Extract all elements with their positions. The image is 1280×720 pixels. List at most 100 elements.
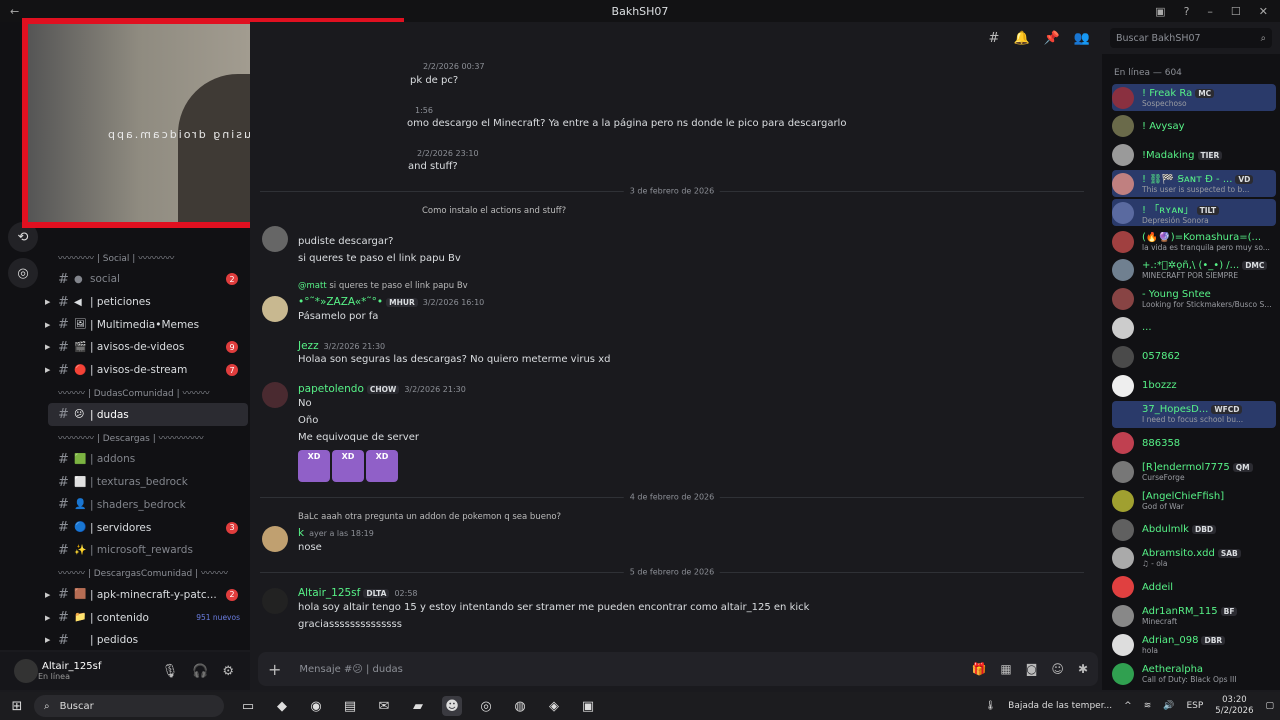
member-item[interactable]: [R]endermol7775 QM CurseForge [1112, 458, 1276, 485]
member-item[interactable]: +.:*ﾟ✲ǫñ,\ (•_•) /... DMC MINECRAFT POR SI… [1112, 257, 1276, 284]
member-item[interactable]: 886358 [1112, 430, 1276, 457]
tray-chevron-icon[interactable]: ^ [1124, 701, 1132, 711]
avatar[interactable] [1112, 489, 1134, 512]
members-icon[interactable]: 👥 [1074, 31, 1090, 46]
task-view-icon[interactable]: ▭ [238, 696, 258, 716]
avatar[interactable] [1112, 604, 1134, 627]
weather-icon[interactable]: 🌡 [985, 701, 996, 711]
member-item[interactable]: - Young Sntee Looking for Stickmakers/Bus… [1112, 286, 1276, 313]
avatar[interactable] [1112, 518, 1134, 541]
channel-item[interactable]: ▶ # ◀ | peticiones [45, 291, 248, 314]
member-item[interactable]: Adr1anRM_115 BF Minecraft [1112, 602, 1276, 629]
member-item[interactable]: [AngelChieFfish] God of War [1112, 487, 1276, 514]
member-item[interactable]: Adrian_098 DBR hola [1112, 631, 1276, 658]
user-avatar[interactable] [14, 659, 38, 683]
channel-item[interactable]: # ● social 2 [48, 268, 248, 291]
sticker[interactable]: XD [332, 450, 364, 482]
avatar[interactable] [1112, 259, 1134, 282]
avatar[interactable] [262, 296, 288, 322]
discord-icon[interactable]: ☻ [442, 696, 462, 716]
wifi-icon[interactable]: ≋ [1144, 701, 1152, 711]
channel-item[interactable]: # ⬜ | texturas_bedrock [48, 471, 248, 494]
member-item[interactable]: 1bozzz [1112, 372, 1276, 399]
maximize-button[interactable]: ☐ [1231, 5, 1241, 18]
weather-text[interactable]: Bajada de las temper... [1008, 701, 1112, 711]
avatar[interactable] [1112, 201, 1134, 224]
avatar[interactable] [1112, 316, 1134, 339]
reply-preview[interactable]: @matt si queres te paso el link papu Bv [298, 281, 468, 291]
clock[interactable]: 03:20 5/2/2026 [1215, 695, 1253, 717]
member-item[interactable]: Abramsito.xdd SAB ♫ - ola [1112, 545, 1276, 572]
headphones-icon[interactable]: 🎧 [192, 664, 208, 679]
inbox-icon[interactable]: ▣ [1155, 5, 1165, 18]
member-item[interactable]: Abdulmlk DBD [1112, 516, 1276, 543]
member-item[interactable]: !Madaking TIER [1112, 142, 1276, 169]
avatar[interactable] [1112, 547, 1134, 570]
sticker[interactable]: XD [366, 450, 398, 482]
avatar[interactable] [1112, 115, 1134, 138]
language-indicator[interactable]: ESP [1186, 701, 1203, 711]
avatar[interactable] [1112, 288, 1134, 311]
channel-item[interactable]: # ✨ | microsoft_rewards [48, 539, 248, 562]
notifications-icon[interactable]: ▢ [1265, 701, 1274, 711]
channel-item[interactable]: ▶ # 🖼 | Multimedia•Memes [45, 313, 248, 336]
channel-item[interactable]: ▶ # 🎬 | avisos-de-videos 9 [45, 336, 248, 359]
member-item[interactable]: ! Freak Ra MC Sospechoso [1112, 84, 1276, 111]
gift-icon[interactable]: 🎁 [971, 662, 986, 676]
channel-item[interactable]: # 🟩 | addons [48, 448, 248, 471]
channel-category[interactable]: 〰〰〰〰 | Descargas | 〰〰〰〰〰 [48, 426, 248, 448]
close-button[interactable]: ✕ [1259, 5, 1268, 18]
avatar[interactable] [1112, 172, 1134, 195]
windows-start-icon[interactable]: ⊞ [0, 699, 34, 714]
sticker[interactable]: XD [298, 450, 330, 482]
reply-preview[interactable]: BaLc aaah otra pregunta un addon de poke… [298, 512, 561, 522]
avatar[interactable] [1112, 345, 1134, 368]
search-input[interactable]: Buscar BakhSH07 ⌕ [1110, 28, 1272, 48]
member-item[interactable]: ! Avysay [1112, 113, 1276, 140]
channel-item[interactable]: # 🔵 | servidores 3 [48, 516, 248, 539]
message-composer[interactable]: + Mensaje #😕 | dudas 🎁 ▦ ◙ ☺ ✱ [258, 652, 1098, 686]
app-icon[interactable]: ▣ [578, 696, 598, 716]
channel-item[interactable]: # 😕 | dudas [48, 403, 248, 427]
avatar[interactable] [1112, 662, 1134, 685]
channel-category[interactable]: 〰〰〰〰 | Social | 〰〰〰〰 [48, 246, 248, 268]
avatar[interactable] [262, 526, 288, 552]
member-item[interactable]: 057862 [1112, 343, 1276, 370]
emoji-icon[interactable]: ☺ [1051, 662, 1064, 676]
folder-icon[interactable]: ▰ [408, 696, 428, 716]
avatar[interactable] [1112, 403, 1134, 426]
settings-icon[interactable]: ⚙ [222, 664, 234, 679]
member-item[interactable]: (🔥🔮)=Komashura=(... la vida es tranquila … [1112, 228, 1276, 255]
avatar[interactable] [262, 382, 288, 408]
sticker-icon[interactable]: ◙ [1026, 662, 1038, 676]
apps-icon[interactable]: ✱ [1078, 662, 1088, 676]
avatar[interactable] [1112, 460, 1134, 483]
avatar[interactable] [262, 226, 288, 252]
channel-item[interactable]: ▶ # 📁 | contenido 951 nuevos [45, 606, 248, 629]
avatar[interactable] [1112, 374, 1134, 397]
channel-category[interactable]: 〰〰〰 | DudasComunidad | 〰〰〰 [48, 381, 248, 403]
avatar[interactable] [262, 588, 288, 614]
member-item[interactable]: ... [1112, 314, 1276, 341]
reply-preview[interactable]: Como instalo el actions and stuff? [422, 206, 566, 216]
avatar[interactable] [1112, 144, 1134, 167]
app-icon[interactable]: ◈ [544, 696, 564, 716]
pin-icon[interactable]: 📌 [1044, 31, 1060, 46]
app-icon[interactable]: ◎ [476, 696, 496, 716]
channel-item[interactable]: ▶ # | pedidos [45, 629, 248, 652]
volume-icon[interactable]: 🔊 [1163, 701, 1174, 711]
minimize-button[interactable]: – [1207, 5, 1213, 18]
compass-icon[interactable]: ◎ [8, 258, 38, 288]
bell-icon[interactable]: 🔔 [1013, 31, 1029, 46]
app-icon[interactable]: ◍ [510, 696, 530, 716]
avatar[interactable] [1112, 432, 1134, 455]
channel-item[interactable]: ▶ # 🟫 | apk-minecraft-y-patc... 2 [45, 584, 248, 607]
member-item[interactable]: ! ⛓🏁 Ꞩᴀɴᴛ Ð - ... VD This user is suspecte… [1112, 170, 1276, 198]
channel-category[interactable]: 〰〰〰 | DescargasComunidad | 〰〰〰 [48, 562, 248, 584]
member-item[interactable]: ! 「ʀʏᴀɴ」 TILT Depresión Sonora [1112, 199, 1276, 227]
microphone-icon[interactable]: 🎙 [162, 664, 179, 679]
store-icon[interactable]: ▤ [340, 696, 360, 716]
member-item[interactable]: Aetheralpha Call of Duty: Black Ops III [1112, 660, 1276, 687]
member-item[interactable]: 37_HopesD... WFCD I need to focus school b… [1112, 400, 1276, 428]
help-icon[interactable]: ? [1184, 5, 1190, 18]
